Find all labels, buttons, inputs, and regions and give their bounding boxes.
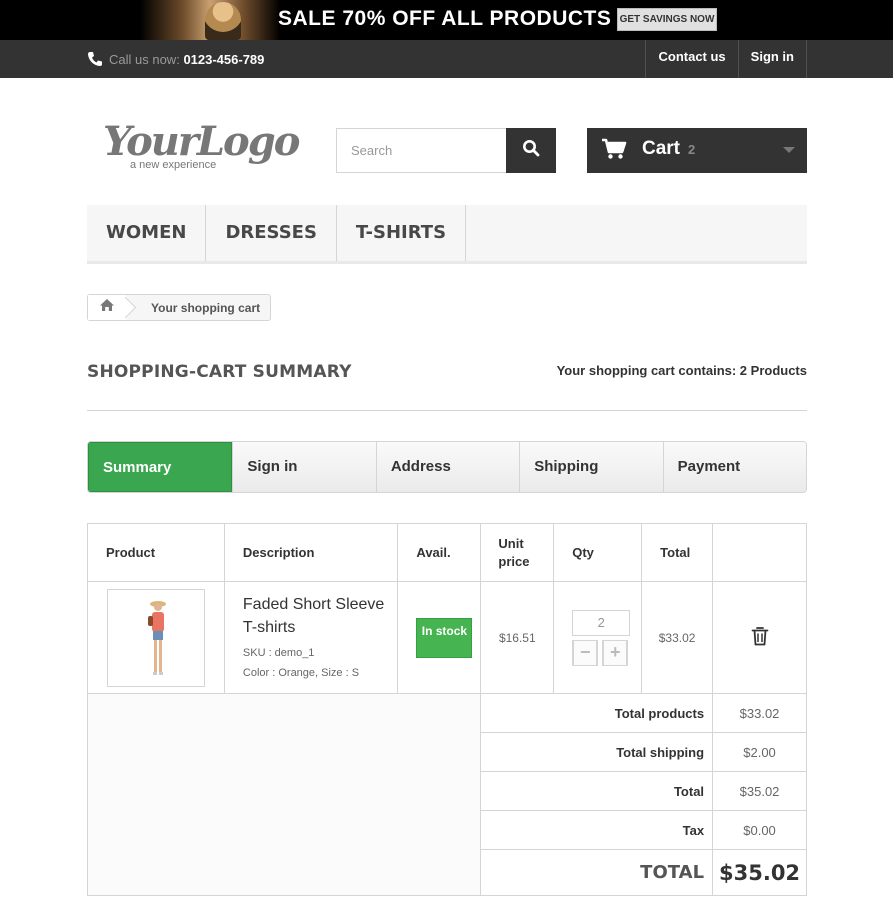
quantity-input[interactable] [572,609,631,636]
menu-item-dresses[interactable]: DRESSES [206,205,337,261]
totals-spacer [86,693,482,896]
top-navbar: Call us now: 0123-456-789 Contact us Sig… [0,40,893,78]
step-sign-in[interactable]: Sign in [232,442,376,492]
product-name-link[interactable]: Faded Short Sleeve T-shirts [243,593,398,639]
divider [87,410,807,411]
site-logo[interactable]: YourLogo a new experience [103,118,300,174]
total-value: $35.02 [712,771,807,811]
step-shipping[interactable]: Shipping [519,442,663,492]
menu-item-tshirts[interactable]: T-SHIRTS [337,205,467,261]
product-thumbnail[interactable] [107,588,205,687]
table-header-row: Product Description Avail. Unit price Qt… [87,523,807,582]
search-button[interactable] [506,128,556,173]
product-attributes: Color : Orange, Size : S [242,666,360,679]
phone-icon [87,52,109,67]
grand-total-label: TOTAL [480,849,714,896]
tax-value: $0.00 [712,810,807,850]
logo-tagline: a new experience [130,159,217,171]
quantity-decrease-button[interactable]: − [572,639,599,666]
total-shipping-value: $2.00 [712,732,807,772]
contact-us-link[interactable]: Contact us [645,40,737,78]
phone-label: Call us now: [109,52,180,67]
menu-item-women[interactable]: WOMEN [87,205,207,261]
totals-row-products: Total products $33.02 [86,693,807,896]
col-header-total: Total [641,523,714,582]
tax-label: Tax [480,810,714,850]
trash-icon [751,627,768,646]
minus-icon: − [573,639,598,666]
grand-total-value: $35.02 [712,849,807,896]
breadcrumb: Your shopping cart [87,294,272,321]
total-products-value: $33.02 [712,693,807,733]
promo-model-image [205,2,241,40]
total-shipping-label: Total shipping [480,732,714,772]
phone-number: 0123-456-789 [183,52,265,67]
cart-dropdown[interactable]: Cart 2 [587,128,807,173]
plus-icon: + [603,639,628,666]
product-model-image [148,600,166,675]
checkout-steps: Summary Sign in Address Shipping Payment [87,441,807,493]
delete-cell [712,581,807,694]
get-savings-button[interactable]: GET SAVINGS NOW [617,8,717,31]
total-products-label: Total products [480,693,714,733]
quantity-increase-button[interactable]: + [602,639,629,666]
chevron-down-icon [783,147,795,153]
search-input[interactable] [336,128,506,173]
status-badge: In stock [416,617,473,658]
phone-info: Call us now: 0123-456-789 [87,51,264,67]
line-total-cell: $33.02 [641,581,714,694]
col-header-unit-price: Unit price [480,523,555,582]
col-header-avail: Avail. [397,523,482,582]
sign-in-link[interactable]: Sign in [737,40,807,78]
logo-wordmark: YourLogo [103,118,300,165]
breadcrumb-current: Your shopping cart [151,300,261,315]
step-payment[interactable]: Payment [662,442,806,492]
step-summary[interactable]: Summary [88,442,233,492]
cart-product-count: Your shopping cart contains: 2 Products [556,363,807,378]
cart-label: Cart [642,138,681,159]
col-header-qty: Qty [553,523,643,582]
avail-cell: In stock [397,581,482,694]
col-header-product: Product [87,523,225,582]
col-header-actions [712,523,807,582]
promo-banner[interactable]: SALE 70% OFF ALL PRODUCTS GET SAVINGS NO… [0,0,893,40]
cart-icon [601,138,627,165]
category-menu: WOMEN DRESSES T-SHIRTS [87,205,807,264]
account-links: Contact us Sign in [645,40,807,78]
promo-headline: SALE 70% OFF ALL PRODUCTS [278,7,612,30]
cart-table: Product Description Avail. Unit price Qt… [86,523,807,896]
step-address[interactable]: Address [375,442,520,492]
delete-button[interactable] [751,627,769,649]
search-icon [522,139,540,162]
unit-price-cell: $16.51 [480,581,555,694]
qty-cell: − + [553,581,643,694]
col-header-description: Description [223,523,399,582]
total-label: Total [480,771,714,811]
table-row: Faded Short Sleeve T-shirts SKU : demo_1… [87,581,807,694]
description-cell: Faded Short Sleeve T-shirts SKU : demo_1… [223,581,399,694]
search-bar [336,128,556,173]
home-icon [99,298,115,317]
product-sku: SKU : demo_1 [242,646,315,659]
cart-count: 2 [688,142,696,157]
breadcrumb-home[interactable] [88,295,126,320]
page-title: SHOPPING-CART SUMMARY [87,362,352,382]
product-cell [87,581,225,694]
